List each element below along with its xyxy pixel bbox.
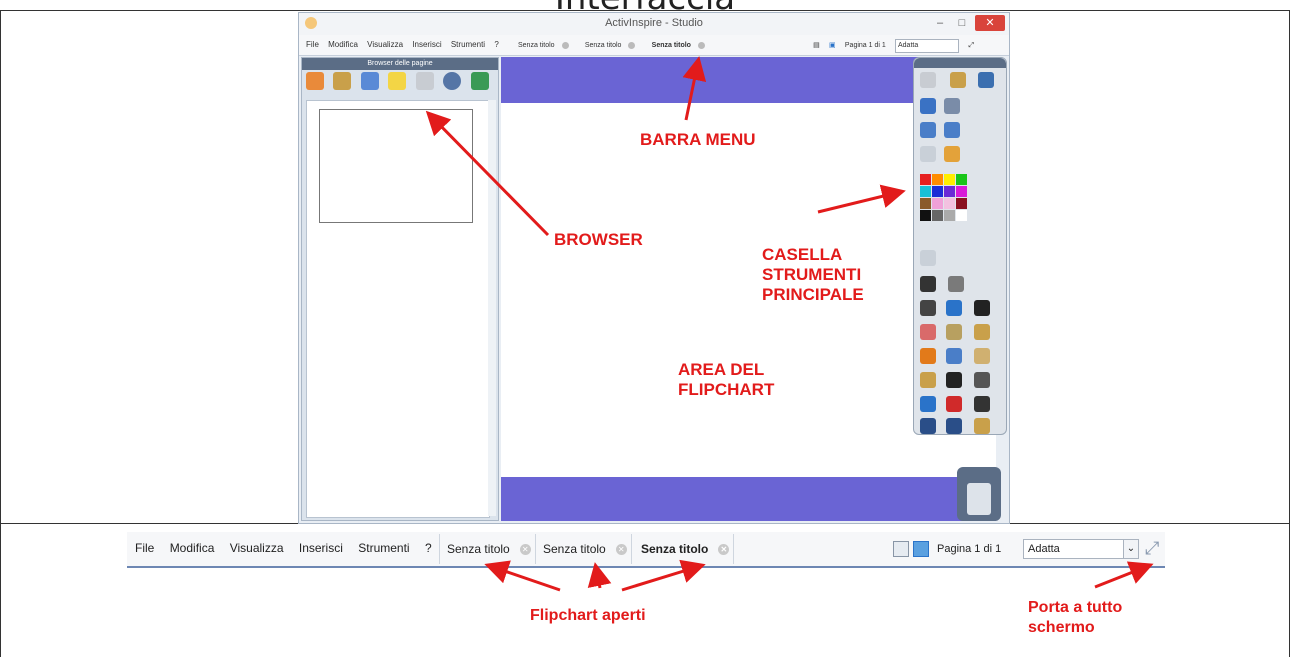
arrow-browser (425, 110, 550, 237)
arrow-tab-1 (484, 560, 561, 592)
arrow-tab-2 (587, 562, 612, 589)
arrow-toolbox (817, 184, 906, 214)
arrow-menu-bar (682, 56, 707, 121)
arrow-fullscreen (1094, 561, 1154, 589)
annotation-arrows (425, 56, 1154, 592)
arrow-tab-3 (621, 559, 706, 592)
